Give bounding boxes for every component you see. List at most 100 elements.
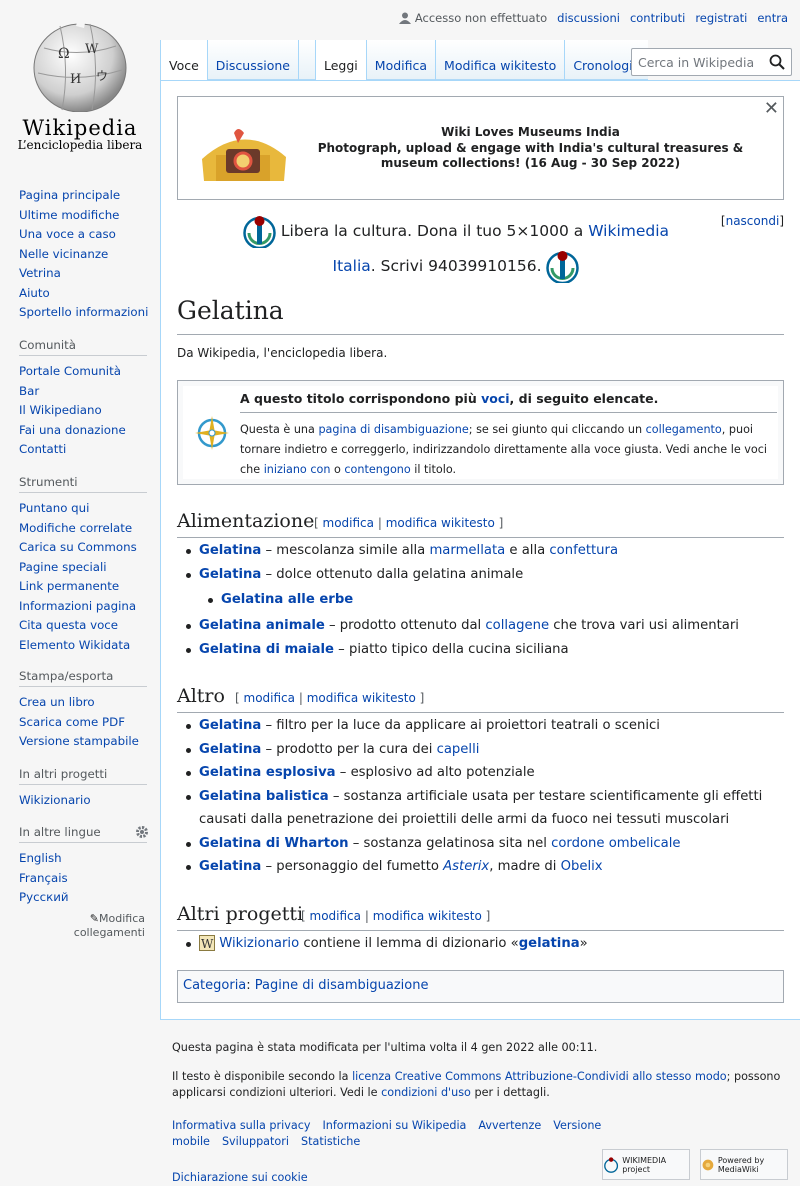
sidebar-item-wiktionary[interactable]: Wikizionario — [19, 791, 154, 811]
cookie-statement-link[interactable]: Dichiarazione sui cookie — [172, 1171, 308, 1184]
search-link[interactable]: contengono — [344, 463, 410, 476]
entry-link[interactable]: Gelatina animale — [199, 618, 325, 633]
sidebar-item-help[interactable]: Aiuto — [19, 284, 154, 304]
edit-source-section-link[interactable]: modifica wikitesto — [373, 909, 482, 923]
dis-text: o — [330, 463, 345, 476]
sidebar-item-upload-commons[interactable]: Carica su Commons — [19, 538, 154, 558]
sidebar-item-related-changes[interactable]: Modifiche correlate — [19, 519, 154, 539]
entry-text: contiene il lemma di dizionario « — [299, 936, 519, 951]
disambiguation-page-link[interactable]: pagina di disambiguazione — [318, 423, 468, 436]
sidebar-item-info-desk[interactable]: Sportello informazioni — [19, 303, 154, 323]
sidebar-item-community-portal[interactable]: Portale Comunità — [19, 362, 154, 382]
disclaimers-link[interactable]: Avvertenze — [478, 1119, 541, 1132]
sidebar-item-featured[interactable]: Vetrina — [19, 264, 154, 284]
obelix-link[interactable]: Obelix — [561, 859, 603, 874]
confettura-link[interactable]: confettura — [549, 543, 618, 558]
category-item-link[interactable]: Pagine di disambiguazione — [255, 978, 429, 993]
wikipedia-logo[interactable]: Ω W И ウ Wikipedia L’enciclopedia libera — [0, 0, 160, 160]
sidebar-item-nearby[interactable]: Nelle vicinanze — [19, 245, 154, 265]
statistics-link[interactable]: Statistiche — [301, 1135, 360, 1148]
sidebar-item-download-pdf[interactable]: Scarica come PDF — [19, 713, 154, 733]
sidebar-item-special-pages[interactable]: Pagine speciali — [19, 558, 154, 578]
hide-link[interactable]: nascondi — [726, 214, 780, 228]
site-subtitle: Da Wikipedia, l'enciclopedia libera. — [177, 346, 388, 360]
edit-section-link[interactable]: modifica — [323, 516, 375, 530]
collagene-link[interactable]: collagene — [485, 618, 549, 633]
capelli-link[interactable]: capelli — [437, 742, 480, 757]
bracket: [ — [314, 516, 319, 530]
sidebar-item-main-page[interactable]: Pagina principale — [19, 186, 154, 206]
tab-discussion[interactable]: Discussione — [206, 40, 298, 80]
tab-edit-source[interactable]: Modifica wikitesto — [435, 40, 565, 80]
tab-article[interactable]: Voce — [160, 40, 207, 80]
tab-read[interactable]: Leggi — [315, 40, 366, 80]
talk-link[interactable]: discussioni — [557, 11, 620, 25]
voci-link[interactable]: voci — [481, 391, 509, 406]
dash: – — [333, 641, 349, 657]
prefix-search-link[interactable]: iniziano con — [264, 463, 331, 476]
edit-links-row[interactable]: ✎Modifica collegamenti — [19, 912, 145, 940]
asterix-link[interactable]: Asterix — [443, 859, 489, 874]
entry-link[interactable]: Gelatina di Wharton — [199, 836, 349, 851]
portal-title: In altri progetti — [19, 767, 147, 785]
powered-by-mediawiki-badge[interactable]: Powered by MediaWiki — [700, 1149, 788, 1180]
sidebar-item-lang-ru[interactable]: Русский — [19, 888, 154, 908]
edit-source-section-link[interactable]: modifica wikitesto — [307, 691, 416, 705]
svg-text:Ω: Ω — [58, 46, 70, 62]
wikimedia-project-badge[interactable]: WIKIMEDIA project — [602, 1149, 690, 1180]
wiktionary-link[interactable]: Wikizionario — [219, 936, 299, 951]
marmellata-link[interactable]: marmellata — [429, 543, 505, 558]
entry-title: Gelatina esplosiva — [199, 765, 336, 780]
entry-link[interactable]: Gelatina — [199, 567, 261, 582]
search-placeholder: Cerca in Wikipedia — [638, 55, 755, 70]
categories-link[interactable]: Categoria — [183, 978, 246, 993]
entry-link[interactable]: Gelatina alle erbe — [221, 592, 353, 607]
search-icon[interactable] — [769, 54, 785, 70]
entry-link[interactable]: Gelatina di maiale — [199, 642, 334, 657]
gear-icon[interactable] — [135, 825, 149, 839]
sidebar-item-cite[interactable]: Cita questa voce — [19, 616, 154, 636]
sidebar-item-page-info[interactable]: Informazioni pagina — [19, 597, 154, 617]
banner-text[interactable]: Wiki Loves Museums India Photograph, upl… — [308, 125, 753, 172]
sidebar-item-recent-changes[interactable]: Ultime modifiche — [19, 206, 154, 226]
sidebar-item-lang-fr[interactable]: Français — [19, 869, 154, 889]
contributions-link[interactable]: contributi — [630, 11, 685, 25]
sidebar-item-random[interactable]: Una voce a caso — [19, 225, 154, 245]
entry-link[interactable]: Gelatina — [199, 742, 261, 757]
wiktionary-lemma-link[interactable]: gelatina — [519, 936, 580, 951]
tab-edit[interactable]: Modifica — [365, 40, 436, 80]
terms-link[interactable]: condizioni d'uso — [381, 1086, 471, 1099]
sidebar-item-donate[interactable]: Fai una donazione — [19, 421, 154, 441]
entry-link[interactable]: Gelatina balistica — [199, 789, 329, 804]
edit-section-link[interactable]: modifica — [310, 909, 362, 923]
link-link[interactable]: collegamento — [646, 423, 722, 436]
sidebar-item-printable[interactable]: Versione stampabile — [19, 732, 154, 752]
edit-links-label: Modifica collegamenti — [73, 911, 145, 939]
login-link[interactable]: entra — [757, 11, 788, 25]
entry-link[interactable]: Gelatina esplosiva — [199, 765, 336, 780]
about-link[interactable]: Informazioni su Wikipedia — [322, 1119, 466, 1132]
license-link[interactable]: licenza Creative Commons Attribuzione-Co… — [352, 1070, 727, 1083]
dash: – — [328, 788, 344, 804]
sidebar-item-wikipediano[interactable]: Il Wikipediano — [19, 401, 154, 421]
banner-close-button[interactable]: ✕ — [764, 98, 779, 119]
edit-section-link[interactable]: modifica — [244, 691, 296, 705]
sidebar-item-contacts[interactable]: Contatti — [19, 440, 154, 460]
developers-link[interactable]: Sviluppatori — [222, 1135, 289, 1148]
create-account-link[interactable]: registrati — [695, 11, 747, 25]
entry-link[interactable]: Gelatina — [199, 718, 261, 733]
sidebar-item-wikidata[interactable]: Elemento Wikidata — [19, 636, 154, 656]
portal-languages: In altre lingue English Français Русский… — [19, 825, 154, 940]
sidebar-item-permalink[interactable]: Link permanente — [19, 577, 154, 597]
sidebar-item-bar[interactable]: Bar — [19, 382, 154, 402]
sidebar-item-create-book[interactable]: Crea un libro — [19, 693, 154, 713]
privacy-link[interactable]: Informativa sulla privacy — [172, 1119, 310, 1132]
cordone-link[interactable]: cordone ombelicale — [551, 836, 680, 851]
sidebar-item-lang-en[interactable]: English — [19, 849, 154, 869]
entry-link[interactable]: Gelatina — [199, 859, 261, 874]
sidebar-item-what-links-here[interactable]: Puntano qui — [19, 499, 154, 519]
search-input[interactable]: Cerca in Wikipedia — [631, 48, 792, 76]
wordmark: Wikipedia — [22, 116, 138, 140]
edit-source-section-link[interactable]: modifica wikitesto — [386, 516, 495, 530]
entry-link[interactable]: Gelatina — [199, 543, 261, 558]
